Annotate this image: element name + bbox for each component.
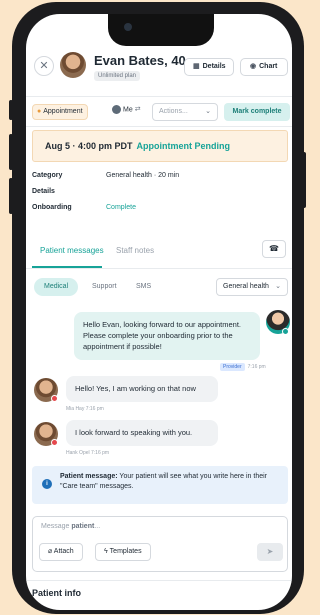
message-meta-patient: Hank Opel 7:16 pm xyxy=(66,450,109,456)
assignee-avatar xyxy=(112,105,121,114)
app-screen: ✕ Evan Bates, 40 Unlimited plan ▦ Details… xyxy=(26,14,292,610)
details-icon: ▦ xyxy=(193,63,200,70)
message-bubble-provider: Hello Evan, looking forward to our appoi… xyxy=(74,312,260,360)
actions-placeholder: Actions... xyxy=(159,108,188,115)
phone-icon: ☎ xyxy=(269,244,279,253)
appointment-badge: ● Appointment xyxy=(32,104,88,120)
chevron-down-icon: ⌄ xyxy=(205,108,211,115)
close-button[interactable]: ✕ xyxy=(34,56,54,76)
phone-volume-up xyxy=(9,134,13,170)
tab-staff-notes[interactable]: Staff notes xyxy=(116,246,154,255)
message-time: 7:16 pm xyxy=(85,406,104,412)
lightning-icon: ϟ xyxy=(104,548,108,555)
paperclip-icon: ⌀ xyxy=(48,548,53,555)
chip-sms[interactable]: SMS xyxy=(126,278,161,296)
camera-icon xyxy=(124,23,132,31)
attach-label: Attach xyxy=(53,548,74,555)
attach-button[interactable]: ⌀ Attach xyxy=(39,543,83,561)
tabs-divider xyxy=(26,268,292,269)
patient-header: ✕ Evan Bates, 40 Unlimited plan ▦ Details… xyxy=(26,52,292,98)
actions-dropdown[interactable]: Actions... ⌄ xyxy=(152,103,218,121)
phone-mute-switch xyxy=(9,100,13,120)
phone-notch xyxy=(108,14,214,46)
plan-badge: Unlimited plan xyxy=(94,71,141,81)
badge-icon xyxy=(51,395,58,402)
category-value: General health · 20 min xyxy=(106,172,180,179)
badge-icon xyxy=(51,439,58,446)
message-input-placeholder[interactable]: Message patient... xyxy=(41,523,100,530)
templates-button[interactable]: ϟ Templates xyxy=(95,543,151,561)
provider-tag: Provider xyxy=(220,363,245,371)
appointment-badge-label: Appointment xyxy=(43,108,83,115)
team-value: General health xyxy=(223,283,269,290)
patient-message-notice: i Patient message: Your patient will see… xyxy=(32,466,288,504)
online-indicator-icon xyxy=(282,328,289,335)
appointment-datetime: Aug 5 · 4:00 pm PDT xyxy=(45,141,133,151)
chevron-down-icon: ⌄ xyxy=(275,283,281,290)
patient-avatar xyxy=(60,52,86,78)
phone-power-button xyxy=(302,152,306,208)
templates-label: Templates xyxy=(109,548,142,555)
chart-icon: ◉ xyxy=(250,63,257,70)
close-icon: ✕ xyxy=(39,60,49,72)
chart-button[interactable]: ◉ Chart xyxy=(240,58,288,76)
notice-title: Patient message: xyxy=(60,473,118,480)
message-time: 7:16 pm xyxy=(91,450,110,456)
onboarding-value[interactable]: Complete xyxy=(106,204,136,211)
message-author: Hank Opel xyxy=(66,450,90,456)
swap-icon: ⇄ xyxy=(134,106,141,114)
patient-name: Evan Bates, 40 xyxy=(94,53,186,68)
assignee-selector[interactable]: Me ⇄ xyxy=(112,105,141,114)
message-time: 7:16 pm xyxy=(247,364,266,370)
onboarding-label: Onboarding xyxy=(32,204,72,211)
appointment-status: Appointment Pending xyxy=(136,141,231,151)
placeholder-prefix: Message xyxy=(41,523,72,530)
send-icon: ➤ xyxy=(266,547,274,556)
message-bubble-patient: I look forward to speaking with you. xyxy=(66,420,218,446)
send-button[interactable]: ➤ xyxy=(257,543,283,561)
section-divider xyxy=(26,580,292,581)
actions-row: ● Appointment Me ⇄ Actions... ⌄ Mark compl… xyxy=(26,102,292,122)
chart-label: Chart xyxy=(259,63,278,70)
appointment-banner: Aug 5 · 4:00 pm PDT Appointment Pending xyxy=(32,130,288,162)
placeholder-target: patient xyxy=(71,523,95,530)
chip-support[interactable]: Support xyxy=(82,278,127,296)
channel-filters: Medical Support SMS General health ⌄ xyxy=(26,276,292,298)
tab-patient-messages[interactable]: Patient messages xyxy=(40,246,104,255)
message-composer[interactable]: Message patient... ⌀ Attach ϟ Templates … xyxy=(32,516,288,572)
message-meta-patient: Mia Hay 7:16 pm xyxy=(66,406,104,412)
actions-divider xyxy=(26,126,292,127)
message-author: Mia Hay xyxy=(66,406,85,412)
patient-info-title: Patient info xyxy=(32,588,81,598)
assignee-label: Me xyxy=(123,106,133,114)
details-label: Details xyxy=(202,63,226,70)
chip-medical[interactable]: Medical xyxy=(34,278,79,296)
category-label: Category xyxy=(32,172,63,179)
team-dropdown[interactable]: General health ⌄ xyxy=(216,278,288,296)
phone-call-button[interactable]: ☎ xyxy=(262,240,286,258)
details-info-label: Details xyxy=(32,188,55,195)
message-bubble-patient: Hello! Yes, I am working on that now xyxy=(66,376,218,402)
placeholder-suffix: ... xyxy=(94,523,101,530)
header-divider xyxy=(26,96,292,97)
phone-frame: ✕ Evan Bates, 40 Unlimited plan ▦ Details… xyxy=(9,2,306,614)
message-tabs: Patient messages Staff notes ☎ xyxy=(26,238,292,268)
mark-complete-button[interactable]: Mark complete xyxy=(224,103,290,121)
details-button[interactable]: ▦ Details xyxy=(184,58,234,76)
phone-volume-down xyxy=(9,178,13,214)
info-icon: i xyxy=(42,479,52,489)
status-dot-icon: ● xyxy=(37,108,42,115)
message-meta-provider: Provider 7:16 pm xyxy=(220,363,266,371)
